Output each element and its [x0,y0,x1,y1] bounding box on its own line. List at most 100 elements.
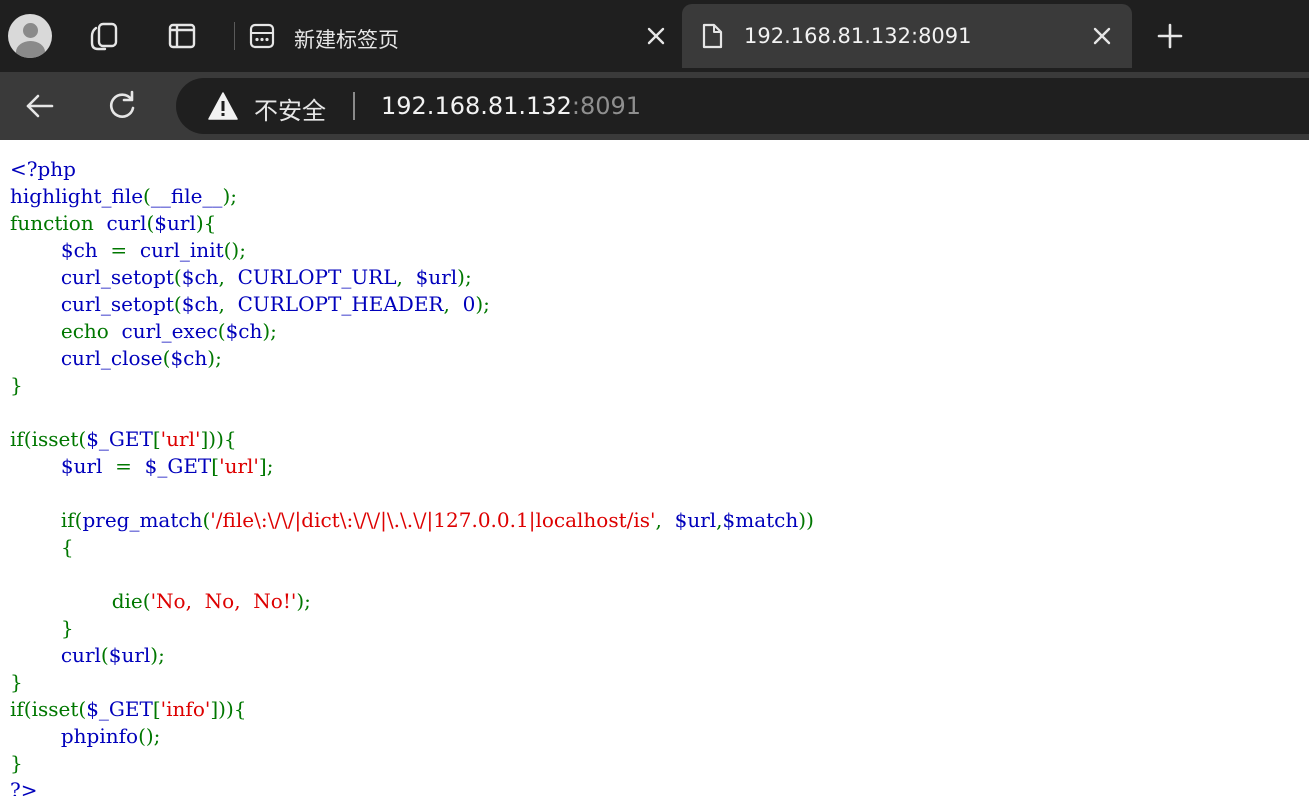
code-line: curl($url); [10,642,814,669]
collections-icon[interactable] [86,18,122,54]
code-token: $url [154,211,196,235]
code-token: [ [211,454,220,478]
back-arrow-icon [26,94,54,118]
code-token: $ch [225,319,263,343]
warning-icon[interactable] [208,92,238,120]
code-token: CURLOPT_URL [237,265,397,289]
code-token: $_GET [86,427,153,451]
code-line: <?php [10,156,814,183]
tab-current-page[interactable]: 192.168.81.132:8091 [682,4,1132,68]
code-token: ( [217,319,226,343]
code-token: preg_match [82,508,203,532]
code-token: ); [207,346,222,370]
code-line: echo curl_exec($ch); [10,318,814,345]
profile-avatar[interactable] [8,14,52,58]
reload-icon [109,90,135,118]
code-token: 'No, No, No!' [150,589,297,613]
code-token: $ch [170,346,208,370]
code-token: $_GET [86,697,153,721]
code-token: ])){ [210,697,247,721]
code-token: , [443,292,463,316]
code-token: , [396,265,416,289]
avatar-body [16,41,45,58]
code-token: , [218,265,238,289]
code-token: ); [475,292,490,316]
code-token: curl [60,643,101,667]
code-line: $url = $_GET['url']; [10,453,814,480]
code-token: = [110,238,140,262]
code-token: ( [173,292,182,316]
code-token: } [10,751,23,775]
code-token: curl_setopt [60,292,174,316]
code-token: curl_init [139,238,224,262]
code-token: '/file\:\/\/|dict\:\/\/|\.\.\/|127.0.0.1… [210,508,656,532]
back-button[interactable] [22,88,58,124]
code-token: ( [100,643,109,667]
code-token: $ch [181,292,219,316]
code-token: ?> [10,778,38,796]
code-line: phpinfo(); [10,723,814,750]
url-host: 192.168.81.132 [381,92,572,120]
code-token: $url [415,265,458,289]
tab-new-tab[interactable]: 新建标签页 [240,4,678,68]
code-token: curl [106,211,147,235]
code-token: 'url' [219,454,259,478]
tab-divider [234,22,235,50]
code-token: $match [722,508,799,532]
code-token: $url [108,643,151,667]
reload-button[interactable] [104,88,140,124]
avatar-head [23,23,38,38]
code-token: phpinfo [60,724,139,748]
code-token: (); [138,724,161,748]
code-line: } [10,372,814,399]
tab-actions-icon[interactable] [164,18,200,54]
url-port: :8091 [571,92,642,120]
code-line: function curl($url){ [10,210,814,237]
code-token: ); [262,319,277,343]
code-line: curl_setopt($ch, CURLOPT_URL, $url); [10,264,814,291]
code-token: [ [152,697,161,721]
code-token: if(isset( [10,427,87,451]
code-token: ){ [195,211,217,235]
code-token: ); [222,184,237,208]
code-token: ); [296,589,311,613]
code-token: ); [150,643,165,667]
code-token: ( [173,265,182,289]
code-line: $ch = curl_init(); [10,237,814,264]
security-status-label[interactable]: 不安全 [254,91,326,126]
code-token: echo [10,319,122,343]
new-tab-button[interactable] [1152,18,1188,54]
tab-label: 192.168.81.132:8091 [744,24,972,48]
page-content: <?php highlight_file(__file__); function c… [0,140,1309,796]
code-token: $ch [60,238,111,262]
code-line: } [10,615,814,642]
code-line: { [10,534,814,561]
code-line: if(isset($_GET['info'])){ [10,696,814,723]
code-token: highlight_file [10,184,144,208]
code-token: 0 [462,292,476,316]
code-line: ?> [10,777,814,796]
address-bar[interactable]: 不安全 192.168.81.132:8091 [176,78,1309,134]
code-line: curl_setopt($ch, CURLOPT_HEADER, 0); [10,291,814,318]
code-line: curl_close($ch); [10,345,814,372]
code-token: } [10,373,23,397]
close-icon[interactable] [1088,22,1116,50]
url-text[interactable]: 192.168.81.132:8091 [381,92,641,120]
plus-icon [1157,23,1183,49]
close-icon[interactable] [642,22,670,50]
code-token: curl_exec [121,319,218,343]
code-token: = [115,454,145,478]
code-line: die('No, No, No!'); [10,588,814,615]
code-token: 'url' [160,427,201,451]
code-token: die( [10,589,151,613]
dashboard-icon [249,23,275,49]
document-icon [702,23,723,49]
code-token: } [10,670,23,694]
code-token: <?php [10,157,76,181]
code-token: curl_close [60,346,163,370]
code-token: $url [60,454,116,478]
